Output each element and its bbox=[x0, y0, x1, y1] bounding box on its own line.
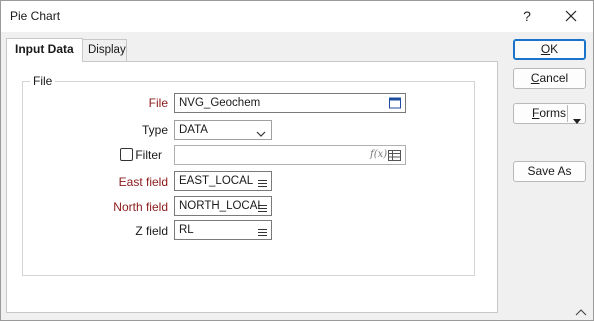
north-field-value: NORTH_LOCAL bbox=[179, 200, 264, 212]
pie-chart-dialog: Pie Chart ? Input Data Display File File… bbox=[0, 0, 594, 321]
calendar-icon bbox=[389, 97, 401, 109]
east-field-value: EAST_LOCAL bbox=[179, 175, 254, 187]
north-field-input[interactable]: NORTH_LOCAL bbox=[174, 196, 272, 216]
type-select[interactable]: DATA bbox=[174, 120, 272, 140]
tab-display[interactable]: Display bbox=[83, 39, 127, 61]
tab-input-data[interactable]: Input Data bbox=[6, 38, 83, 62]
chevron-down-icon[interactable] bbox=[573, 111, 581, 130]
north-field-label: North field bbox=[113, 200, 168, 214]
type-label: Type bbox=[141, 123, 168, 137]
browse-button[interactable] bbox=[389, 97, 401, 115]
close-icon bbox=[565, 10, 577, 22]
filter-input[interactable]: f(x) bbox=[174, 145, 406, 165]
filter-label: Filter bbox=[135, 148, 162, 162]
list-icon[interactable] bbox=[258, 201, 267, 219]
help-button[interactable]: ? bbox=[516, 5, 538, 27]
list-icon[interactable] bbox=[258, 176, 267, 194]
ok-label-rest: K bbox=[550, 42, 559, 56]
list-icon[interactable] bbox=[258, 225, 267, 243]
type-value: DATA bbox=[179, 124, 208, 136]
cancel-label-rest: ancel bbox=[539, 71, 569, 85]
z-field-value: RL bbox=[179, 224, 194, 236]
cancel-button[interactable]: Cancel bbox=[513, 68, 586, 89]
window-title: Pie Chart bbox=[10, 9, 61, 23]
forms-button[interactable]: Forms bbox=[513, 103, 586, 124]
ok-mnemonic: O bbox=[540, 42, 551, 56]
ok-button[interactable]: OK bbox=[513, 39, 586, 60]
forms-label-rest: orms bbox=[539, 106, 567, 120]
file-input[interactable]: NVG_Geochem bbox=[174, 93, 406, 113]
east-field-label: East field bbox=[118, 175, 168, 189]
z-field-input[interactable]: RL bbox=[174, 220, 272, 240]
chevron-down-icon bbox=[256, 126, 266, 144]
collapse-chevron-up-icon[interactable] bbox=[575, 305, 587, 319]
save-as-button[interactable]: Save As bbox=[513, 161, 586, 182]
file-value: NVG_Geochem bbox=[179, 97, 261, 109]
title-bar: Pie Chart ? bbox=[1, 1, 593, 32]
function-icon[interactable]: f(x) bbox=[370, 146, 387, 164]
file-label: File bbox=[148, 96, 168, 110]
table-icon[interactable] bbox=[388, 149, 401, 167]
east-field-input[interactable]: EAST_LOCAL bbox=[174, 171, 272, 191]
close-button[interactable] bbox=[559, 5, 583, 27]
group-label-file: File bbox=[30, 74, 56, 88]
forms-split-divider bbox=[567, 105, 568, 122]
z-field-label: Z field bbox=[135, 224, 168, 238]
